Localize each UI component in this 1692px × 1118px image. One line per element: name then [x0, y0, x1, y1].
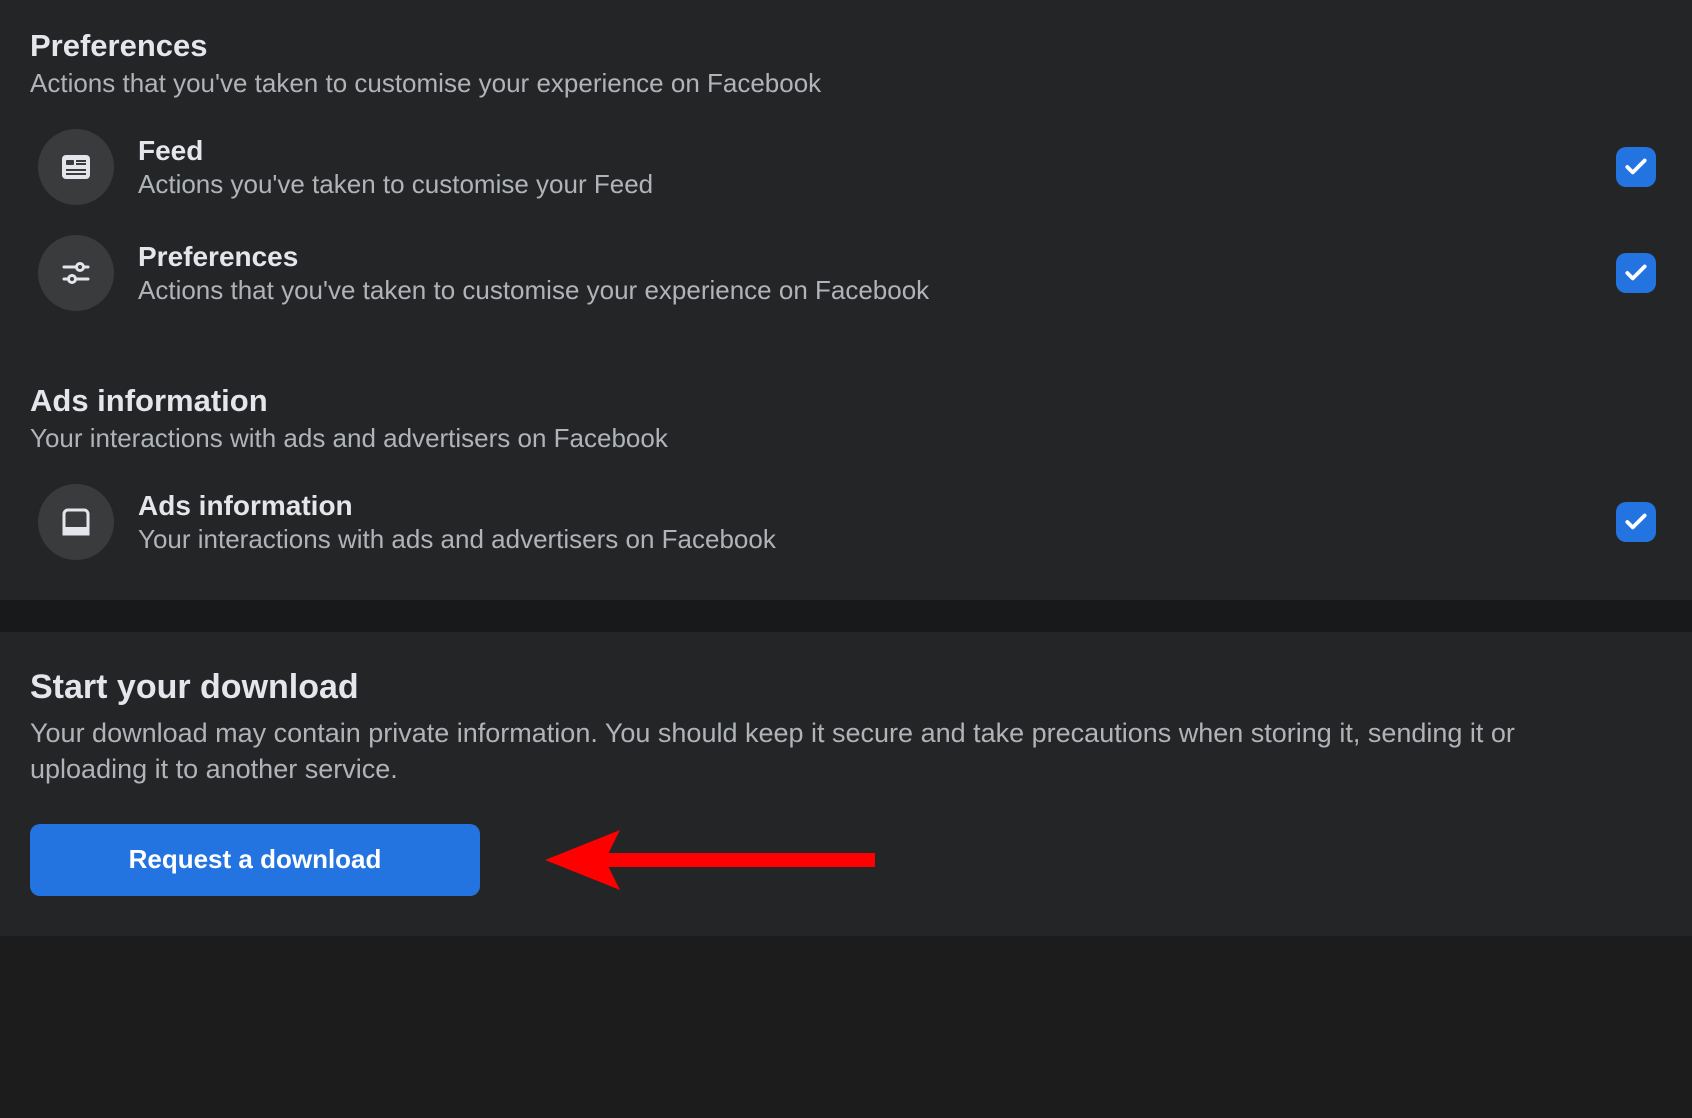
- option-preferences[interactable]: Preferences Actions that you've taken to…: [30, 235, 1662, 311]
- section-preferences: Preferences Actions that you've taken to…: [30, 28, 1662, 311]
- option-text: Preferences Actions that you've taken to…: [138, 241, 1616, 306]
- check-icon: [1623, 509, 1649, 535]
- section-subtitle: Your interactions with ads and advertise…: [30, 423, 1662, 454]
- section-title: Preferences: [30, 28, 1662, 64]
- option-feed[interactable]: Feed Actions you've taken to customise y…: [30, 129, 1662, 205]
- option-text: Ads information Your interactions with a…: [138, 490, 1616, 555]
- checkbox-preferences[interactable]: [1616, 253, 1656, 293]
- checkbox-ads[interactable]: [1616, 502, 1656, 542]
- check-icon: [1623, 154, 1649, 180]
- request-download-button[interactable]: Request a download: [30, 824, 480, 896]
- option-desc: Your interactions with ads and advertise…: [138, 524, 1596, 555]
- check-icon: [1623, 260, 1649, 286]
- option-title: Ads information: [138, 490, 1596, 522]
- annotation-arrow-icon: [545, 810, 895, 910]
- section-ads: Ads information Your interactions with a…: [30, 383, 1662, 560]
- section-title: Ads information: [30, 383, 1662, 419]
- device-icon: [38, 484, 114, 560]
- option-title: Preferences: [138, 241, 1596, 273]
- checkbox-feed[interactable]: [1616, 147, 1656, 187]
- option-title: Feed: [138, 135, 1596, 167]
- card-gap: [0, 600, 1692, 632]
- option-ads-information[interactable]: Ads information Your interactions with a…: [30, 484, 1662, 560]
- sliders-icon: [38, 235, 114, 311]
- section-subtitle: Actions that you've taken to customise y…: [30, 68, 1662, 99]
- option-desc: Actions you've taken to customise your F…: [138, 169, 1596, 200]
- download-description: Your download may contain private inform…: [30, 715, 1630, 788]
- option-text: Feed Actions you've taken to customise y…: [138, 135, 1616, 200]
- option-desc: Actions that you've taken to customise y…: [138, 275, 1596, 306]
- download-card: Start your download Your download may co…: [0, 632, 1692, 936]
- feed-icon: [38, 129, 114, 205]
- settings-card: Preferences Actions that you've taken to…: [0, 0, 1692, 600]
- download-title: Start your download: [30, 668, 1662, 707]
